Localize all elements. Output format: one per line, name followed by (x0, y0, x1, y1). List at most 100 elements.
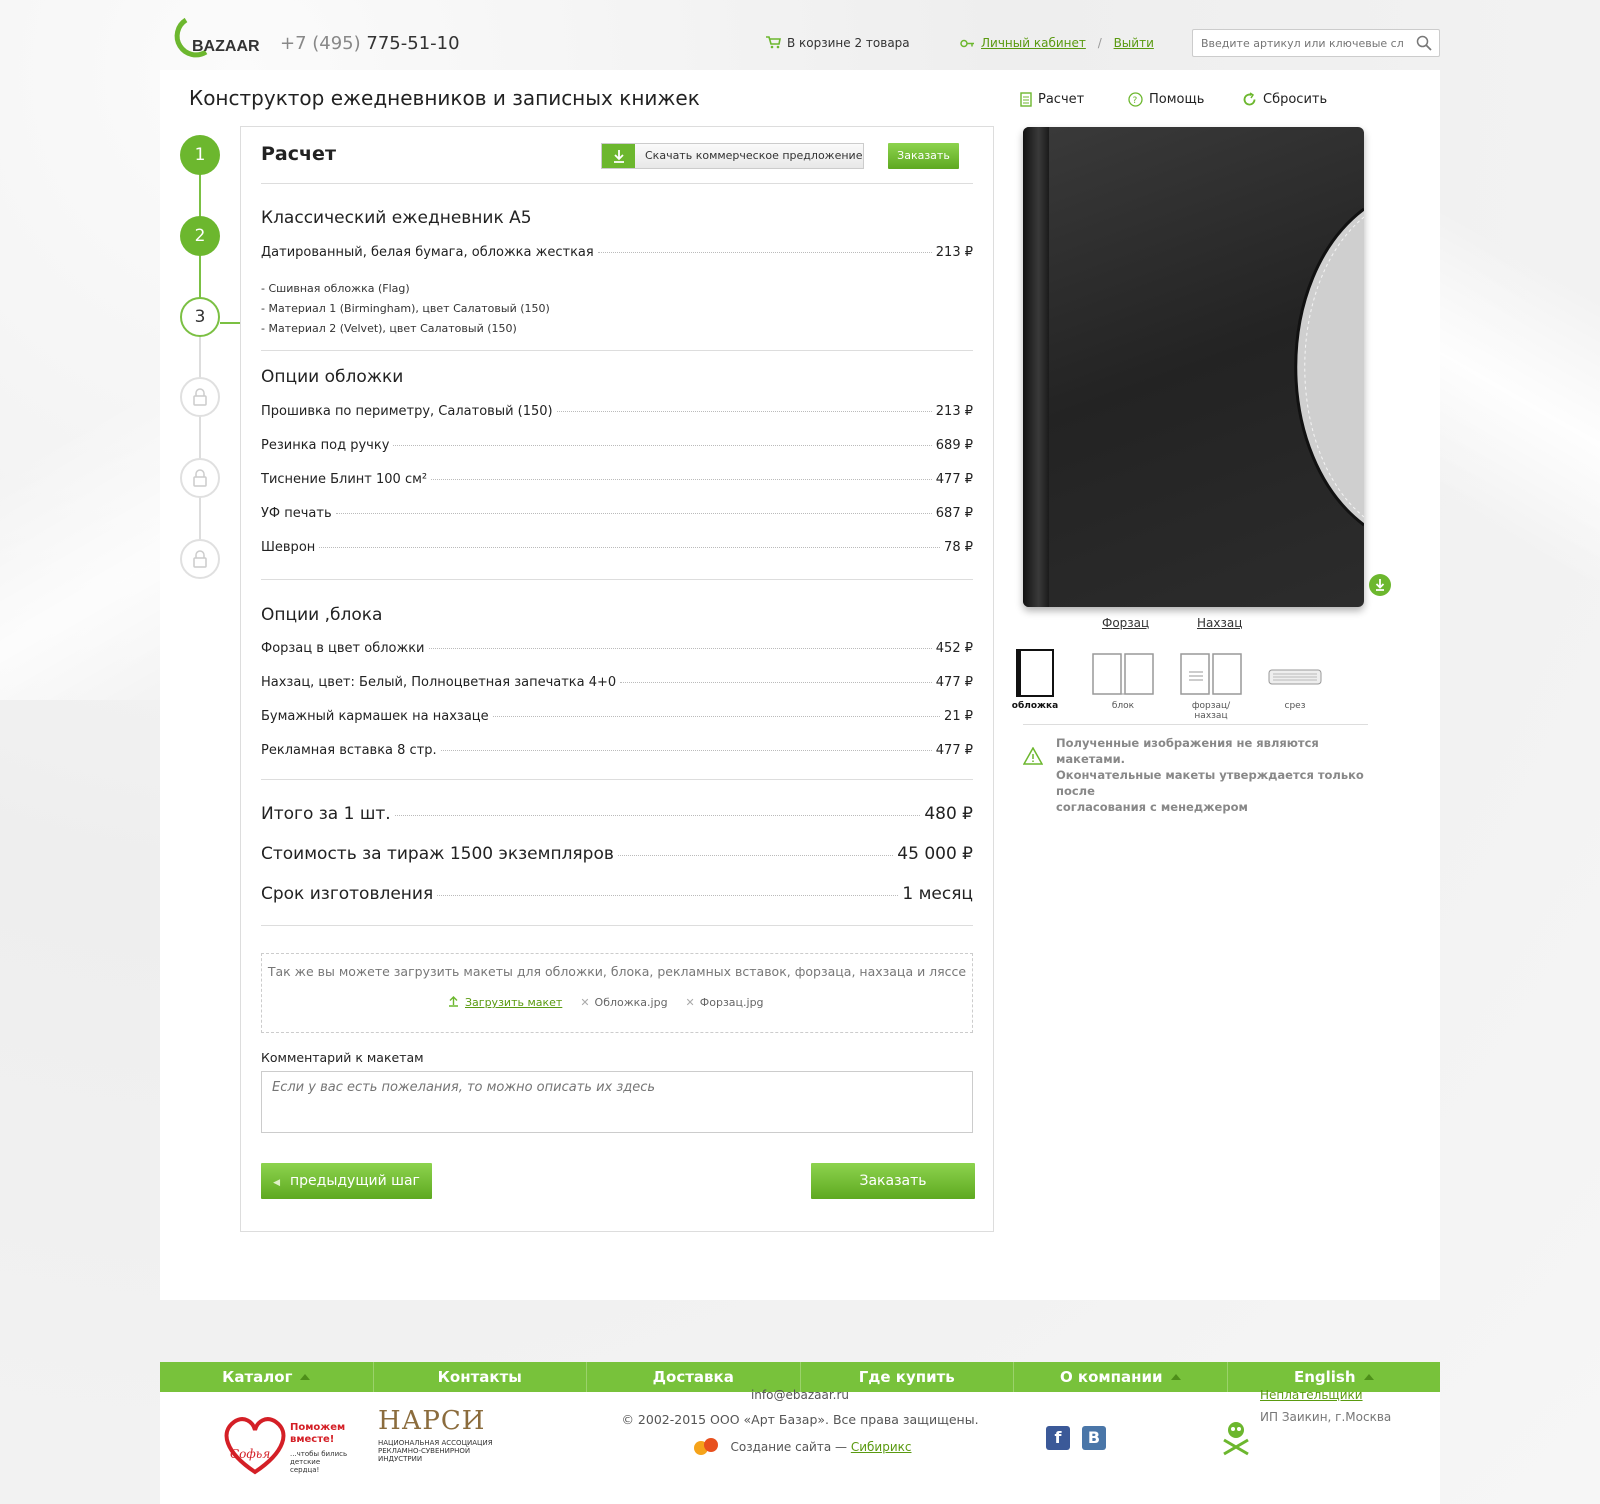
step-3[interactable]: 3 (180, 297, 220, 337)
heart-logo-icon: Софья (224, 1417, 286, 1475)
open-book-lined-icon (1180, 653, 1242, 695)
reset-action[interactable]: Сбросить (1242, 92, 1327, 107)
vkontakte-icon[interactable]: B (1082, 1426, 1106, 1450)
search-input[interactable] (1193, 30, 1403, 56)
upload-link-wrap: Загрузить макет (448, 996, 562, 1009)
chevron-up-icon (1170, 1374, 1181, 1380)
comment-field[interactable] (261, 1071, 973, 1133)
narsi-logo[interactable]: НАРСИ НАЦИОНАЛЬНАЯ АССОЦИАЦИЯ РЕКЛАМНО-С… (378, 1406, 498, 1476)
option-row: Прошивка по периметру, Салатовый (150) 21… (261, 404, 973, 419)
note-item: - Сшивная обложка (Flag) (261, 282, 410, 295)
step-2[interactable]: 2 (180, 216, 220, 256)
chevron-up-icon (1363, 1374, 1374, 1380)
product-notes: - Сшивная обложка (Flag) - Материал 1 (B… (261, 279, 550, 339)
option-row: Резинка под ручку 689 ₽ (261, 438, 973, 453)
order-button-top[interactable]: Заказать (888, 143, 959, 169)
product-line: Датированный, белая бумага, обложка жест… (261, 245, 973, 260)
download-offer-button[interactable]: Скачать коммерческое предложение (601, 143, 864, 169)
step-1[interactable]: 1 (180, 135, 220, 175)
thumbs-divider (1023, 724, 1368, 725)
charity-logo-text: Софья (230, 1447, 270, 1461)
account-link[interactable]: Личный кабинет (981, 36, 1086, 50)
order-button[interactable]: Заказать (811, 1163, 975, 1199)
upload-icon (449, 996, 458, 1007)
uploaded-file: ✕ Обложка.jpg (580, 996, 668, 1009)
step-connector (220, 322, 240, 324)
charity-logo[interactable]: Софья Поможем вместе! ...чтобы бились де… (220, 1412, 350, 1482)
bazaar-logo[interactable]: BAZAAR (168, 12, 263, 62)
footer-nav-contacts[interactable]: Контакты (374, 1362, 587, 1392)
tab-nakhzac[interactable]: Нахзац (1197, 616, 1242, 630)
total-row: Срок изготовления 1 месяц (261, 884, 973, 904)
arrow-left-icon: ◀ (273, 1178, 280, 1188)
help-action[interactable]: ? Помощь (1128, 92, 1204, 107)
download-icon (613, 150, 624, 163)
option-row: Бумажный кармашек на нахзаце 21 ₽ (261, 709, 973, 724)
total-row: Стоимость за тираж 1500 экземпляров 45 00… (261, 844, 973, 864)
key-icon (960, 39, 974, 48)
note-item: - Материал 2 (Velvet), цвет Салатовый (1… (261, 322, 517, 335)
account-links: Личный кабинет / Выйти (960, 36, 1154, 50)
thumb-endpaper[interactable]: форзац/нахзац (1176, 648, 1246, 721)
lock-icon (193, 388, 207, 406)
note-item: - Материал 1 (Birmingham), цвет Салатовы… (261, 302, 550, 315)
cart-icon (766, 36, 781, 49)
upload-area[interactable]: Так же вы можете загрузить макеты для об… (261, 953, 973, 1033)
footer-nav-about[interactable]: О компании (1014, 1362, 1228, 1392)
option-row: Форзац в цвет обложки 452 ₽ (261, 641, 973, 656)
svg-text:?: ? (1133, 96, 1138, 106)
divider (261, 779, 973, 780)
total-row: Итого за 1 шт. 480 ₽ (261, 804, 973, 824)
cover-options-title: Опции обложки (261, 367, 404, 387)
divider (261, 183, 973, 184)
remove-file-icon[interactable]: ✕ (580, 996, 589, 1009)
facebook-icon[interactable]: f (1046, 1426, 1070, 1450)
main-content: Конструктор ежедневников и записных книж… (160, 70, 1440, 1300)
chevron-up-icon (300, 1374, 311, 1380)
nonpayers: Неплательщики ИП Заикин, г.Москва (1260, 1388, 1392, 1424)
site-header: BAZAAR +7 (495) 775-51-10 В корзине 2 то… (160, 0, 1440, 70)
upload-link[interactable]: Загрузить макет (465, 996, 562, 1009)
search-icon[interactable] (1416, 35, 1432, 51)
divider (261, 350, 973, 351)
option-row: Тиснение Блинт 100 см² 477 ₽ (261, 472, 973, 487)
page-title: Конструктор ежедневников и записных книж… (189, 86, 700, 110)
notebook-preview-image (1023, 127, 1364, 607)
step-locked-6 (180, 539, 220, 579)
calc-action[interactable]: Расчет (1020, 92, 1084, 107)
divider (261, 579, 973, 580)
thumb-block[interactable]: блок (1088, 648, 1158, 711)
download-preview-icon[interactable] (1369, 574, 1391, 596)
copyright: © 2002-2015 ООО «Арт Базар». Все права з… (621, 1412, 979, 1427)
thumb-edge[interactable]: срез (1260, 648, 1330, 711)
cover-thumb-icon (1016, 649, 1054, 697)
phone-number: +7 (495) 775-51-10 (280, 33, 460, 54)
step-locked-4 (180, 377, 220, 417)
warning-icon (1023, 747, 1043, 765)
option-row: Нахзац, цвет: Белый, Полноцветная запеча… (261, 675, 973, 690)
tab-forzac[interactable]: Форзац (1102, 616, 1149, 630)
footer-email[interactable]: info@ebazaar.ru (560, 1388, 1040, 1402)
uploaded-file: ✕ Форзац.jpg (685, 996, 764, 1009)
sibirix-link[interactable]: Сибирикс (851, 1440, 912, 1454)
thumb-cover[interactable]: обложка (1000, 648, 1070, 711)
panel-title: Расчет (261, 143, 336, 165)
logout-link[interactable]: Выйти (1114, 36, 1154, 50)
option-row: Рекламная вставка 8 стр. 477 ₽ (261, 743, 973, 758)
comment-label: Комментарий к макетам (261, 1050, 424, 1065)
remove-file-icon[interactable]: ✕ (686, 996, 695, 1009)
lock-icon (193, 550, 207, 568)
calculation-panel: Расчет Скачать коммерческое предложение … (240, 126, 994, 1232)
footer-nav-catalog[interactable]: Каталог (160, 1362, 374, 1392)
document-icon (1020, 92, 1032, 107)
refresh-icon (1243, 92, 1256, 106)
product-name: Классический ежедневник А5 (261, 208, 532, 228)
book-edge-icon (1268, 669, 1322, 685)
previous-step-button[interactable]: ◀ предыдущий шаг (261, 1163, 432, 1199)
help-icon: ? (1128, 92, 1143, 107)
upload-hint: Так же вы можете загрузить макеты для об… (267, 964, 967, 979)
nonpayers-link[interactable]: Неплательщики (1260, 1388, 1363, 1402)
site-credit: Создание сайта — Сибирикс (560, 1436, 1040, 1456)
svg-text:BAZAAR: BAZAAR (192, 38, 260, 55)
cart-status[interactable]: В корзине 2 товара (765, 36, 910, 50)
